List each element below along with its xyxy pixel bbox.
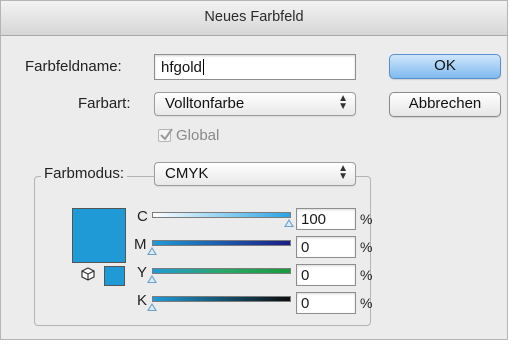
swatch-type-select[interactable]: Volltonfarbe ▲ ▼ bbox=[154, 92, 356, 116]
magenta-slider-thumb[interactable] bbox=[147, 247, 157, 255]
black-unit: % bbox=[360, 295, 373, 311]
magenta-value-field[interactable]: 0 bbox=[296, 236, 356, 258]
checkmark-icon bbox=[160, 128, 173, 141]
swatch-type-label: Farbart: bbox=[78, 95, 131, 112]
up-down-arrows-icon: ▲ ▼ bbox=[338, 163, 348, 182]
yellow-slider-track[interactable] bbox=[152, 268, 291, 274]
swatch-name-field[interactable]: hfgold bbox=[154, 54, 356, 80]
yellow-slider-thumb[interactable] bbox=[147, 275, 157, 283]
black-value-field[interactable]: 0 bbox=[296, 292, 356, 314]
title-bar[interactable]: Neues Farbfeld bbox=[1, 1, 507, 36]
color-mode-select[interactable]: CMYK ▲ ▼ bbox=[154, 162, 356, 186]
magenta-unit: % bbox=[360, 239, 373, 255]
global-checkbox[interactable] bbox=[158, 128, 173, 142]
swatch-type-value: Volltonfarbe bbox=[165, 95, 245, 112]
black-slider-track[interactable] bbox=[152, 296, 291, 302]
swatch-name-value: hfgold bbox=[161, 59, 202, 76]
cyan-slider-track[interactable] bbox=[152, 212, 291, 218]
global-checkbox-label: Global bbox=[176, 127, 220, 144]
magenta-slider-track[interactable] bbox=[152, 240, 291, 246]
cube-icon bbox=[81, 267, 95, 281]
yellow-value-field[interactable]: 0 bbox=[296, 264, 356, 286]
slider-label-k: K bbox=[137, 292, 148, 309]
text-caret bbox=[202, 59, 204, 75]
black-slider-thumb[interactable] bbox=[147, 303, 157, 311]
slider-label-c: C bbox=[137, 208, 148, 225]
yellow-unit: % bbox=[360, 267, 373, 283]
window-title: Neues Farbfeld bbox=[204, 9, 304, 25]
cyan-value-field[interactable]: 100 bbox=[296, 208, 356, 230]
swatch-name-label: Farbfeldname: bbox=[25, 58, 122, 75]
up-down-arrows-icon: ▲ ▼ bbox=[338, 93, 348, 112]
cyan-unit: % bbox=[360, 211, 373, 227]
slider-label-y: Y bbox=[137, 264, 148, 281]
gamut-swatch[interactable] bbox=[104, 266, 125, 286]
cancel-button[interactable]: Abbrechen bbox=[389, 92, 501, 117]
color-preview-swatch bbox=[72, 208, 126, 263]
color-mode-value: CMYK bbox=[165, 165, 209, 182]
color-mode-label: Farbmodus: bbox=[41, 165, 128, 182]
cyan-slider-thumb[interactable] bbox=[284, 219, 294, 227]
ok-button[interactable]: OK bbox=[389, 54, 501, 79]
new-swatch-dialog: Neues Farbfeld Farbfeldname: hfgold Farb… bbox=[0, 0, 508, 340]
slider-label-m: M bbox=[134, 236, 147, 253]
